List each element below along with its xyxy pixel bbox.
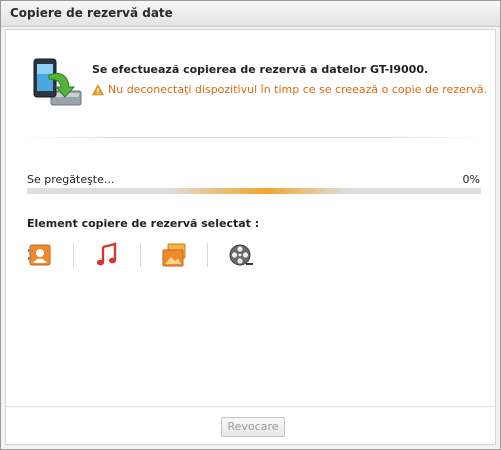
title-bar: Copiere de rezervă date [1,1,500,27]
progress-bar [27,188,481,194]
warning-icon [92,83,104,95]
selected-items-list [27,242,254,268]
contacts-icon [28,244,51,266]
item-divider [73,243,74,267]
divider [21,137,481,138]
footer-divider [6,406,495,407]
cancel-button[interactable]: Revocare [221,417,285,437]
progress-status: Se pregăteşte... [27,173,115,186]
backup-heading: Se efectuează copierea de rezervă a date… [92,63,429,76]
video-icon [229,244,253,266]
progress-percent: 0% [462,173,480,186]
warning-row: Nu deconectaţi dispozitivul în timp ce s… [92,83,487,96]
content-panel: Se efectuează copierea de rezervă a date… [5,29,496,445]
progress-indeterminate-glow [167,188,347,194]
photos-icon [162,243,186,267]
backup-dialog: Copiere de rezervă date Se efectuează co… [0,0,501,450]
window-title: Copiere de rezervă date [10,6,173,20]
item-divider [207,243,208,267]
music-icon [96,242,117,266]
item-divider [140,243,141,267]
selected-items-title: Element copiere de rezervă selectat : [27,217,260,230]
warning-text: Nu deconectaţi dispozitivul în timp ce s… [108,83,488,96]
phone-backup-icon [33,58,82,106]
